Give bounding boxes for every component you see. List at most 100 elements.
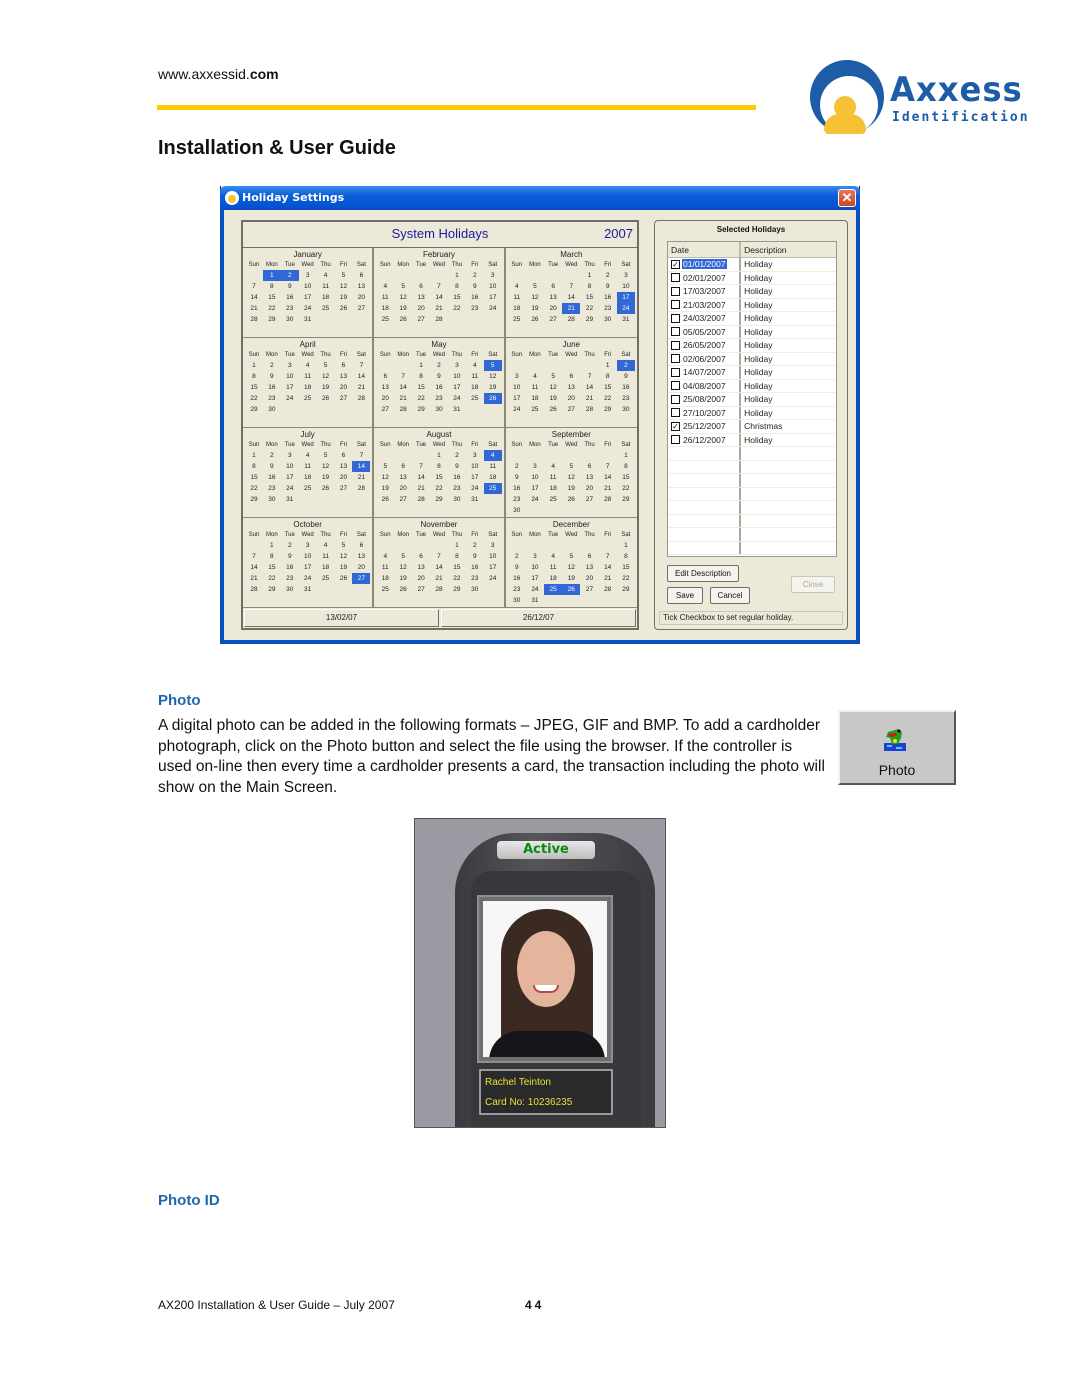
calendar-day[interactable]: 6	[580, 461, 598, 472]
calendar-day[interactable]: 27	[544, 314, 562, 325]
cancel-button[interactable]: Cancel	[710, 587, 750, 604]
calendar-day-selected[interactable]: 2	[616, 360, 635, 371]
calendar-day[interactable]: 27	[562, 404, 580, 415]
calendar-day[interactable]: 13	[352, 281, 370, 292]
calendar-day[interactable]: 30	[448, 494, 466, 505]
calendar-day[interactable]: 18	[317, 292, 335, 303]
calendar-day[interactable]: 14	[580, 382, 598, 393]
calendar-day[interactable]: 2	[466, 540, 484, 551]
calendar-day[interactable]: 29	[430, 494, 448, 505]
calendar-day[interactable]: 22	[430, 483, 448, 494]
calendar-day[interactable]: 12	[317, 371, 335, 382]
calendar-day[interactable]: 6	[412, 281, 430, 292]
checkbox[interactable]	[671, 340, 680, 350]
calendar-day[interactable]: 18	[376, 573, 394, 584]
calendar-day[interactable]: 23	[466, 303, 484, 314]
calendar-day[interactable]: 28	[412, 494, 430, 505]
calendar-day[interactable]: 1	[430, 450, 448, 461]
calendar-day[interactable]: 8	[448, 551, 466, 562]
calendar-day[interactable]: 8	[245, 461, 263, 472]
calendar-day[interactable]: 1	[245, 450, 263, 461]
calendar-day[interactable]: 14	[430, 292, 448, 303]
calendar-day[interactable]: 1	[617, 540, 635, 551]
calendar-day[interactable]: 12	[484, 371, 502, 382]
calendar-day[interactable]: 10	[526, 472, 544, 483]
calendar-day[interactable]: 30	[430, 404, 448, 415]
photo-button[interactable]: Photo	[838, 710, 956, 785]
holiday-row[interactable]: 14/07/2007 Holiday	[668, 366, 836, 380]
holiday-row[interactable]: 26/05/2007 Holiday	[668, 339, 836, 353]
calendar-day[interactable]: 6	[412, 551, 430, 562]
calendar-day[interactable]: 17	[484, 562, 502, 573]
calendar-day-selected[interactable]: 4	[483, 450, 502, 461]
calendar-day[interactable]: 27	[394, 494, 412, 505]
close-button[interactable]: ✕	[838, 189, 856, 207]
calendar-day[interactable]: 7	[245, 281, 263, 292]
calendar-day[interactable]: 8	[245, 371, 263, 382]
calendar-day[interactable]: 1	[448, 270, 466, 281]
calendar-day[interactable]: 10	[281, 461, 299, 472]
calendar-day[interactable]: 10	[484, 281, 502, 292]
calendar-day[interactable]: 30	[281, 314, 299, 325]
calendar-day[interactable]: 2	[508, 461, 526, 472]
calendar-day[interactable]: 19	[394, 573, 412, 584]
calendar-day[interactable]: 30	[508, 505, 526, 516]
calendar-day[interactable]: 31	[617, 314, 635, 325]
calendar-day[interactable]: 29	[263, 314, 281, 325]
calendar-day[interactable]: 5	[376, 461, 394, 472]
calendar-day[interactable]: 7	[599, 551, 617, 562]
calendar-day[interactable]: 18	[544, 573, 562, 584]
calendar-day[interactable]: 26	[317, 393, 335, 404]
calendar-day[interactable]: 3	[466, 450, 484, 461]
calendar-day[interactable]: 3	[508, 371, 526, 382]
calendar-day[interactable]: 4	[376, 551, 394, 562]
calendar-day[interactable]: 4	[508, 281, 526, 292]
calendar-day[interactable]: 28	[430, 584, 448, 595]
calendar-day[interactable]: 21	[245, 573, 263, 584]
calendar-day[interactable]: 25	[466, 393, 484, 404]
calendar-day[interactable]: 2	[263, 360, 281, 371]
calendar-day[interactable]: 19	[562, 573, 580, 584]
calendar-day[interactable]: 12	[394, 292, 412, 303]
calendar-day[interactable]: 2	[508, 551, 526, 562]
calendar-day[interactable]: 25	[299, 393, 317, 404]
checkbox[interactable]	[671, 300, 680, 310]
calendar-day[interactable]: 10	[526, 562, 544, 573]
calendar-day[interactable]: 20	[376, 393, 394, 404]
calendar-day[interactable]: 7	[245, 551, 263, 562]
calendar-day[interactable]: 25	[508, 314, 526, 325]
calendar-day[interactable]: 8	[263, 281, 281, 292]
holiday-row[interactable]: 17/03/2007 Holiday	[668, 285, 836, 299]
calendar-day[interactable]: 25	[317, 303, 335, 314]
calendar-day[interactable]: 4	[299, 450, 317, 461]
calendar-day[interactable]: 7	[430, 551, 448, 562]
calendar-day[interactable]: 8	[448, 281, 466, 292]
calendar-day[interactable]: 28	[562, 314, 580, 325]
calendar-day[interactable]: 21	[412, 483, 430, 494]
calendar-day[interactable]: 16	[281, 562, 299, 573]
holiday-row[interactable]: 26/12/2007 Holiday	[668, 433, 836, 447]
calendar-day[interactable]: 5	[335, 540, 353, 551]
calendar-day[interactable]: 23	[508, 494, 526, 505]
calendar-day[interactable]: 15	[617, 472, 635, 483]
calendar-day[interactable]: 18	[484, 472, 502, 483]
edit-description-button[interactable]: Edit Description	[667, 565, 739, 582]
calendar-day[interactable]: 24	[484, 573, 502, 584]
calendar-day[interactable]: 16	[617, 382, 635, 393]
calendar-day-selected[interactable]: 1	[262, 270, 281, 281]
calendar-day[interactable]: 26	[317, 483, 335, 494]
calendar-day[interactable]: 8	[412, 371, 430, 382]
calendar-day[interactable]: 14	[245, 292, 263, 303]
calendar-day[interactable]: 30	[466, 584, 484, 595]
calendar-day[interactable]: 2	[448, 450, 466, 461]
calendar-day[interactable]: 21	[394, 393, 412, 404]
checkbox[interactable]	[671, 435, 680, 445]
holiday-row[interactable]: 02/01/2007 Holiday	[668, 271, 836, 285]
calendar-day[interactable]: 22	[245, 393, 263, 404]
calendar-day[interactable]: 10	[617, 281, 635, 292]
calendar-day[interactable]: 29	[617, 494, 635, 505]
calendar-day[interactable]: 24	[299, 303, 317, 314]
calendar-day[interactable]: 4	[376, 281, 394, 292]
calendar-day[interactable]: 19	[394, 303, 412, 314]
calendar-day[interactable]: 23	[508, 584, 526, 595]
